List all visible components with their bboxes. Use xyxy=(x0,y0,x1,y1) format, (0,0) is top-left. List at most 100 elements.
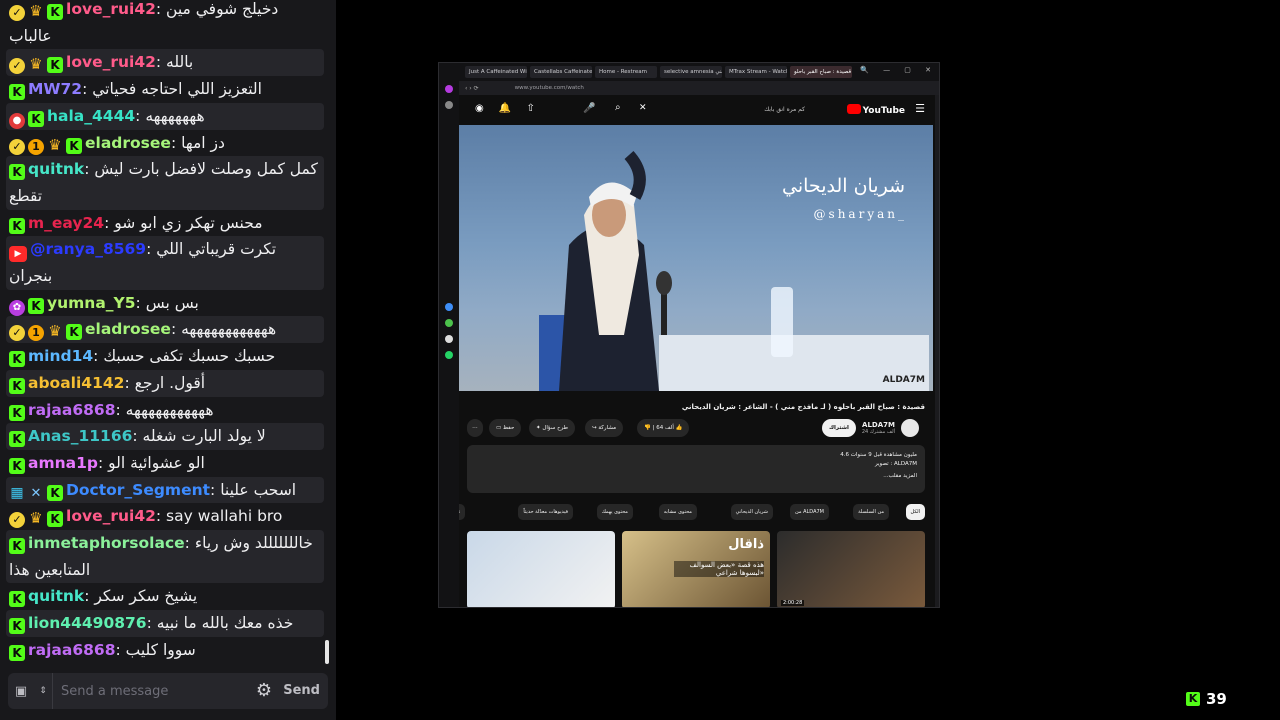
chat-username[interactable]: eladrosee xyxy=(85,320,171,338)
kick-badge-icon: K xyxy=(47,4,63,20)
chat-username[interactable]: inmetaphorsolace xyxy=(28,534,185,552)
browser-tab[interactable]: Castellabs Caffeinated xyxy=(530,66,592,78)
youtube-search-input[interactable]: كم مره انق بابك xyxy=(639,102,809,118)
filter-chip[interactable]: فيديوهات معدّلة حديثاً xyxy=(518,504,573,520)
kick-badge-icon: K xyxy=(9,377,25,394)
subscribe-button[interactable]: اشتراك xyxy=(822,419,856,437)
chat-colon: : xyxy=(146,240,157,259)
spotify-icon[interactable] xyxy=(445,351,453,359)
channel-avatar[interactable] xyxy=(901,419,919,437)
chat-message[interactable]: Krajaa6868: سووا كليب xyxy=(6,637,324,664)
filter-chip[interactable]: الكل xyxy=(905,504,925,520)
chat-username[interactable]: m_eay24 xyxy=(28,214,104,232)
chat-username[interactable]: hala_4444 xyxy=(47,107,135,125)
chat-username[interactable]: Doctor_Segment xyxy=(66,481,210,499)
chat-message[interactable]: ✓ ♛ Klove_rui42: بالله xyxy=(6,49,324,77)
youtube-play-icon xyxy=(846,104,861,114)
whatsapp-icon[interactable] xyxy=(445,319,453,327)
opera-icon[interactable] xyxy=(445,85,453,93)
messenger-icon[interactable] xyxy=(445,303,453,311)
menu-icon[interactable]: ☰ xyxy=(915,102,925,115)
chat-message[interactable]: ✿ Kyumna_Y5: بس بس xyxy=(6,290,324,317)
browser-tab[interactable]: MTrax Stream - Watch L xyxy=(725,66,787,78)
chat-message[interactable]: Kmind14: حسبك حسبك تكفى حسبك xyxy=(6,343,324,370)
chat-username[interactable]: quitnk xyxy=(28,587,84,605)
chat-message[interactable]: ▶ @ranya_8569: تكرت قريباتي اللي بنجران xyxy=(6,236,324,290)
chat-message[interactable]: Klion44490876: خذه معك بالله ما نبيه xyxy=(6,610,324,637)
video-player[interactable]: شريان الديحاني @sharyan_ ALDA7M xyxy=(459,125,933,391)
description-more[interactable]: ...المزيد مقلب xyxy=(475,472,917,481)
chat-username[interactable]: quitnk xyxy=(28,160,84,178)
chat-username[interactable]: yumna_Y5 xyxy=(47,294,136,312)
youtube-toolbar-icons[interactable]: ◉ 🔔 ⇧ xyxy=(475,103,535,114)
nav-arrows-icon[interactable]: ‹ › ⟳ xyxy=(465,85,479,92)
browser-tab-active[interactable]: قصيدة : صباح القبر باحلو xyxy=(790,66,852,78)
chat-message[interactable]: Kaboali4142: أقول. ارجع xyxy=(6,369,324,397)
chat-message[interactable]: ✓ ♛ Klove_rui42: دخيلج شوفي مين عالباب xyxy=(6,0,324,49)
share-button[interactable]: ↪ مشاركة xyxy=(585,419,624,437)
browser-tab[interactable]: selective amnesia يعني xyxy=(660,66,722,78)
channel-info[interactable]: ALDA7M 24 ألف مشترك xyxy=(862,421,895,435)
chat-username[interactable]: MW72 xyxy=(28,80,82,98)
video-description[interactable]: 4.6 مليون مشاهدة قبل 9 سنوات تصوير : ALD… xyxy=(467,445,925,493)
more-icon[interactable]: ⋯ xyxy=(467,419,483,437)
chat-message[interactable]: ● Khala_4444: هههههههه xyxy=(6,102,324,130)
chat-message[interactable]: Kquitnk: كمل كمل وصلت لافضل بارت ليش تقط… xyxy=(6,156,324,210)
filter-chip[interactable]: تمت مشاهدتها xyxy=(459,504,465,520)
ask-button[interactable]: ✦ طرح سؤال xyxy=(529,419,576,437)
chat-message[interactable]: Krajaa6868: هههههههههههه xyxy=(6,397,324,424)
window-controls[interactable]: 🔍 — ▢ ✕ xyxy=(860,66,937,74)
related-video-thumb[interactable] xyxy=(467,531,615,607)
chat-username[interactable]: amna1p xyxy=(28,454,98,472)
chat-username[interactable]: lion44490876 xyxy=(28,614,147,632)
chat-username[interactable]: eladrosee xyxy=(85,134,171,152)
chat-username[interactable]: aboali4142 xyxy=(28,374,124,392)
save-button[interactable]: ▭ حفظ xyxy=(489,419,522,437)
viewer-count-value: 39 xyxy=(1206,690,1227,708)
related-video-thumb[interactable]: 2:00:28 xyxy=(777,531,925,607)
mic-icon[interactable]: 🎤 xyxy=(583,103,595,114)
chat-scrollbar[interactable] xyxy=(325,640,329,664)
related-video-thumb[interactable]: ذاقال هذه قصة «بعض السوالف لبسوها شراعي» xyxy=(622,531,770,607)
home-icon[interactable] xyxy=(445,101,453,109)
chat-username[interactable]: rajaa6868 xyxy=(28,641,115,659)
address-bar[interactable]: ‹ › ⟳ www.youtube.com/watch xyxy=(459,81,939,95)
more-link[interactable]: ...المزيد xyxy=(883,473,917,479)
kick-emote-icon[interactable]: ▣ xyxy=(8,673,34,709)
chat-message[interactable]: Kinmetaphorsolace: خالللللللد وش رياء ال… xyxy=(6,530,324,584)
filter-chip[interactable]: من ALDA7M xyxy=(790,504,829,520)
chat-message[interactable]: ✓ 1 ♛ Keladrosee: دز امها xyxy=(6,130,324,157)
chat-message[interactable]: Kquitnk: يشيخ سكر سكر xyxy=(6,583,324,610)
chat-username[interactable]: love_rui42 xyxy=(66,507,156,525)
chat-username[interactable]: mind14 xyxy=(28,347,93,365)
gear-icon[interactable]: ⚙ xyxy=(254,681,274,701)
chat-username[interactable]: rajaa6868 xyxy=(28,401,115,419)
browser-tab[interactable]: Just A Caffeinated Widget xyxy=(465,66,527,78)
youtube-logo[interactable]: YouTube xyxy=(846,104,905,116)
chat-message[interactable]: Km_eay24: محنس تهكر زي ابو شو xyxy=(6,210,324,237)
search-icon[interactable]: ⌕ xyxy=(615,102,621,113)
filter-chip[interactable]: محتوى يهمك xyxy=(596,504,633,520)
chat-username[interactable]: love_rui42 xyxy=(66,0,156,18)
send-button[interactable]: Send xyxy=(283,673,320,709)
chat-username[interactable]: @ranya_8569 xyxy=(30,240,146,258)
chat-colon: : xyxy=(170,320,182,339)
chat-message[interactable]: Kamna1p: الو عشوائية الو xyxy=(6,450,324,477)
chat-username[interactable]: love_rui42 xyxy=(66,53,156,71)
chat-message[interactable]: ✓ ♛ Klove_rui42: say wallahi bro xyxy=(6,503,324,530)
chat-message[interactable]: K MW72: التعزيز اللي احتاجه فحياتي xyxy=(6,76,324,103)
chat-username[interactable]: Anas_11166 xyxy=(28,427,132,445)
filter-chip[interactable]: محتوى مشابه xyxy=(658,504,697,520)
x-icon[interactable] xyxy=(445,335,453,343)
chat-colon: : xyxy=(132,427,143,446)
chevron-updown-icon[interactable]: ⇕ xyxy=(34,673,52,709)
filter-chip[interactable]: شريان الديحاني xyxy=(730,504,773,520)
kick-badge-icon: K xyxy=(9,591,25,608)
chat-message[interactable]: ✓ 1 ♛ Keladrosee: ههههههههههههه xyxy=(6,316,324,344)
filter-chip[interactable]: من السلسلة xyxy=(853,504,889,520)
like-dislike-button[interactable]: 👎 | 64 ألف 👍 xyxy=(637,419,690,437)
browser-tab[interactable]: Home - Restream xyxy=(595,66,657,78)
chat-message-input[interactable] xyxy=(53,683,233,699)
chat-message[interactable]: K Anas_11166: لا يولد البارت شغله xyxy=(6,423,324,450)
chat-message[interactable]: ▦ ✕ K Doctor_Segment: اسحب علينا xyxy=(6,476,324,504)
